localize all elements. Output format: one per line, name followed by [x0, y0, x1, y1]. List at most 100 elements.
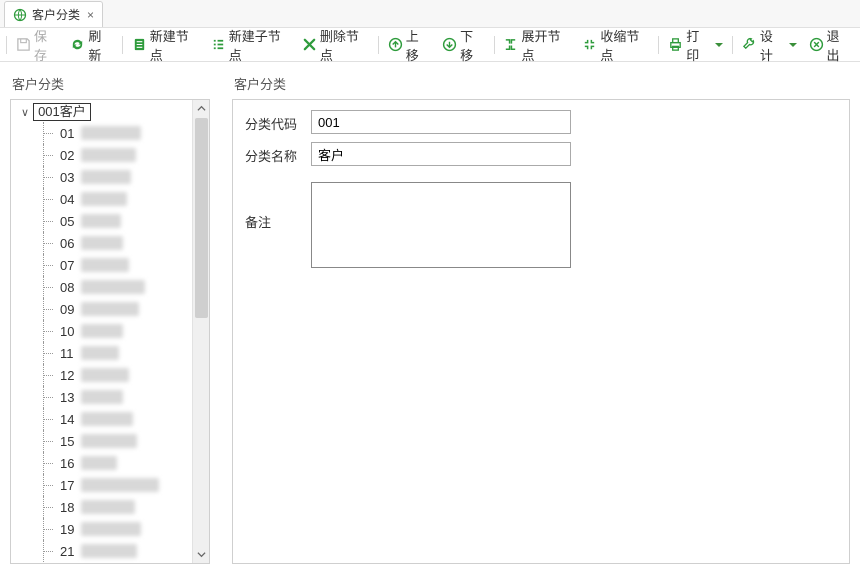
tree-item-number: 14: [60, 412, 78, 427]
tree-connector-icon: [43, 342, 57, 364]
tree-item-number: 05: [60, 214, 78, 229]
tree-item[interactable]: 07: [43, 254, 209, 276]
left-panel-title: 客户分类: [10, 74, 210, 93]
note-textarea[interactable]: [311, 182, 571, 268]
document-icon: [132, 37, 147, 53]
tree-item-number: 11: [60, 346, 78, 361]
collapse-button[interactable]: 收缩节点: [577, 32, 654, 58]
tree-item[interactable]: 09: [43, 298, 209, 320]
scrollbar[interactable]: [192, 100, 209, 563]
tree-item-number: 12: [60, 368, 78, 383]
tree-item[interactable]: 03: [43, 166, 209, 188]
tree-item[interactable]: 08: [43, 276, 209, 298]
move-up-button[interactable]: 上移: [383, 32, 435, 58]
tree-item-number: 07: [60, 258, 78, 273]
new-child-node-button[interactable]: 新建子节点: [206, 32, 295, 58]
collapse-icon: [582, 37, 597, 53]
save-icon: [16, 37, 31, 53]
tree-connector-icon: [43, 144, 57, 166]
tree-connector-icon: [43, 518, 57, 540]
tree-item-label-blurred: [81, 456, 117, 470]
tree-container: ∨ 001客户 01 02 03 04 05 06 07 0809 10 11 12 13 14 15 16…: [10, 99, 210, 564]
expand-button[interactable]: 展开节点: [498, 32, 575, 58]
toolbar-label: 下移: [460, 26, 484, 64]
tree-item-number: 04: [60, 192, 78, 207]
name-label: 分类名称: [245, 142, 305, 165]
tree-item[interactable]: 01: [43, 122, 209, 144]
tree-item[interactable]: 16: [43, 452, 209, 474]
toolbar: 保存 刷新 新建节点 新建子节点 删除节点 上移 下移: [0, 28, 860, 62]
toolbar-separator: [732, 36, 733, 54]
tree-connector-icon: [43, 166, 57, 188]
tree-connector-icon: [43, 408, 57, 430]
move-down-button[interactable]: 下移: [437, 32, 489, 58]
tree-root-node[interactable]: ∨ 001客户: [21, 102, 209, 122]
new-node-button[interactable]: 新建节点: [127, 32, 204, 58]
tree-item[interactable]: 14: [43, 408, 209, 430]
tree-item[interactable]: 02: [43, 144, 209, 166]
toolbar-label: 刷新: [88, 26, 112, 64]
tree-connector-icon: [43, 188, 57, 210]
tree-item-number: 01: [60, 126, 78, 141]
tree-item-number: 16: [60, 456, 78, 471]
tree-item[interactable]: 06: [43, 232, 209, 254]
print-icon: [668, 37, 683, 53]
form-container: 分类代码 分类名称 备注: [232, 99, 850, 564]
tab-label: 客户分类: [32, 6, 80, 23]
tree-item[interactable]: 11: [43, 342, 209, 364]
toolbar-separator: [658, 36, 659, 54]
refresh-button[interactable]: 刷新: [65, 32, 117, 58]
arrow-up-icon: [388, 37, 403, 53]
left-panel: 客户分类 ∨ 001客户 01 02 03 04 05 06 07 0809 10 11 12 13 1…: [10, 74, 210, 564]
tab-customer-category[interactable]: 客户分类 ×: [4, 1, 103, 27]
tree-connector-icon: [43, 298, 57, 320]
tree-item-number: 02: [60, 148, 78, 163]
tree-item[interactable]: 19: [43, 518, 209, 540]
tree-item-number: 13: [60, 390, 78, 405]
tree-item-label-blurred: [81, 258, 129, 272]
tree-item-number: 10: [60, 324, 78, 339]
toolbar-label: 新建节点: [150, 26, 199, 64]
tree-item-label-blurred: [81, 544, 137, 558]
scroll-down-icon[interactable]: [193, 546, 209, 563]
right-panel: 客户分类 分类代码 分类名称 备注: [232, 74, 850, 564]
name-input[interactable]: [311, 142, 571, 166]
tree-item[interactable]: 04: [43, 188, 209, 210]
tree-item[interactable]: 13: [43, 386, 209, 408]
tree-item[interactable]: 10: [43, 320, 209, 342]
globe-icon: [13, 8, 27, 22]
tree-item[interactable]: 15: [43, 430, 209, 452]
save-button: 保存: [11, 32, 63, 58]
tree-item-label-blurred: [81, 192, 127, 206]
tree-item[interactable]: 21: [43, 540, 209, 562]
tab-bar: 客户分类 ×: [0, 0, 860, 28]
refresh-icon: [70, 37, 85, 53]
tree-item-label-blurred: [81, 434, 137, 448]
tab-close-button[interactable]: ×: [85, 8, 94, 22]
code-input[interactable]: [311, 110, 571, 134]
tree-item[interactable]: 17: [43, 474, 209, 496]
form-row-code: 分类代码: [245, 110, 837, 134]
tree-item-label-blurred: [81, 280, 145, 294]
scroll-thumb[interactable]: [195, 118, 208, 318]
exit-button[interactable]: 退出: [804, 32, 856, 58]
scroll-up-icon[interactable]: [193, 100, 209, 117]
tree-item-label-blurred: [81, 126, 141, 140]
delete-node-button[interactable]: 删除节点: [297, 32, 374, 58]
tree-connector-icon: [43, 122, 57, 144]
tree-item[interactable]: 05: [43, 210, 209, 232]
toolbar-label: 设计: [760, 26, 784, 64]
design-button[interactable]: 设计: [737, 32, 802, 58]
arrow-down-icon: [442, 37, 457, 53]
tree-item[interactable]: 12: [43, 364, 209, 386]
dropdown-caret-icon: [789, 43, 797, 47]
tree-item[interactable]: 18: [43, 496, 209, 518]
print-button[interactable]: 打印: [663, 32, 728, 58]
chevron-down-icon[interactable]: ∨: [21, 106, 29, 119]
toolbar-label: 上移: [406, 26, 430, 64]
wrench-icon: [742, 37, 757, 53]
tree-item-number: 19: [60, 522, 78, 537]
tree-item-number: 15: [60, 434, 78, 449]
right-panel-title: 客户分类: [232, 74, 850, 93]
toolbar-label: 退出: [827, 26, 851, 64]
